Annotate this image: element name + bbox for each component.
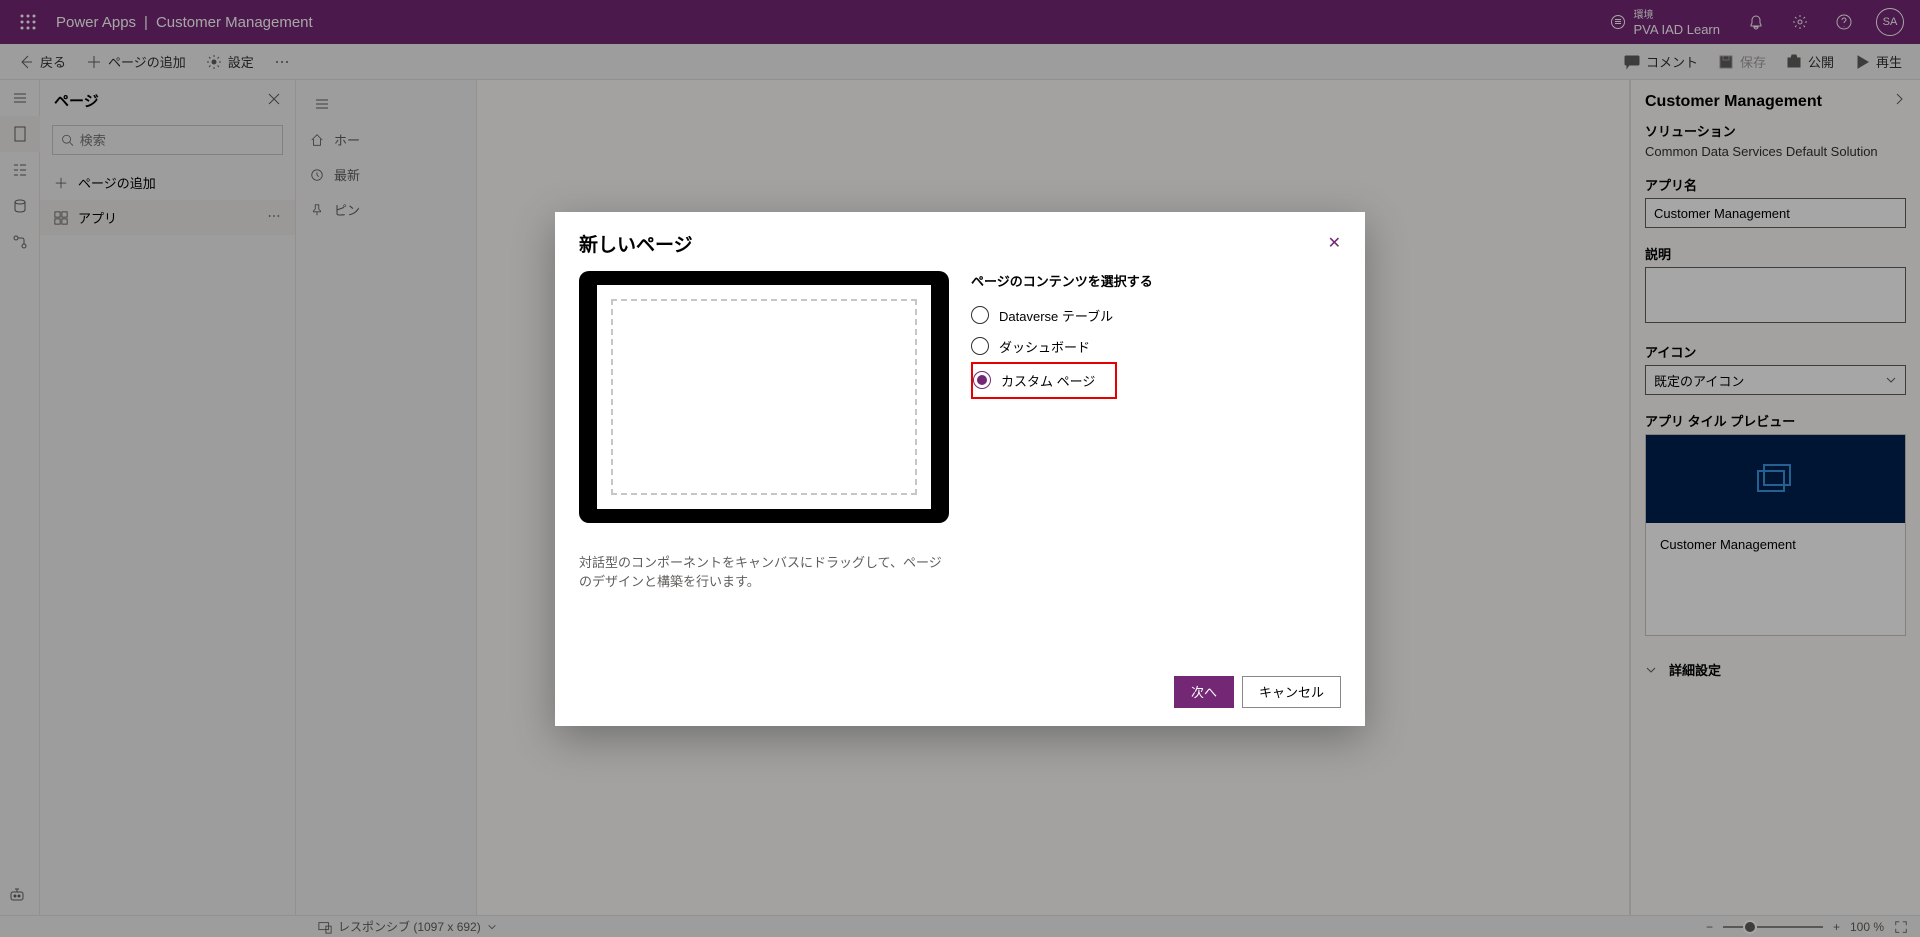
preview-image bbox=[579, 271, 949, 523]
option-custom-page[interactable]: カスタム ページ bbox=[973, 365, 1095, 396]
modal-close-icon[interactable]: ✕ bbox=[1328, 233, 1341, 253]
option-label: カスタム ページ bbox=[1001, 371, 1095, 390]
new-page-modal: 新しいページ ✕ 対話型のコンポーネントをキャンバスにドラッグして、ページのデザ… bbox=[555, 212, 1365, 726]
modal-description: 対話型のコンポーネントをキャンバスにドラッグして、ページのデザインと構築を行いま… bbox=[579, 553, 949, 592]
options-title: ページのコンテンツを選択する bbox=[971, 271, 1341, 290]
option-label: ダッシュボード bbox=[999, 337, 1090, 356]
option-dataverse[interactable]: Dataverse テーブル bbox=[971, 300, 1341, 331]
modal-title: 新しいページ bbox=[579, 230, 693, 257]
cancel-button[interactable]: キャンセル bbox=[1242, 676, 1341, 708]
option-label: Dataverse テーブル bbox=[999, 306, 1113, 325]
option-dashboard[interactable]: ダッシュボード bbox=[971, 331, 1341, 362]
highlight-box: カスタム ページ bbox=[971, 362, 1117, 399]
next-button[interactable]: 次へ bbox=[1174, 676, 1234, 708]
